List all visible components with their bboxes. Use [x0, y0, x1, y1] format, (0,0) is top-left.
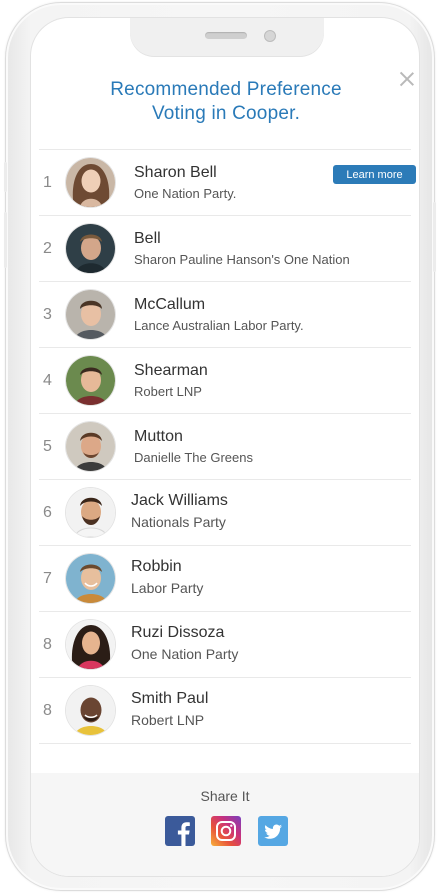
candidate-party: Lance Australian Labor Party.: [134, 318, 304, 333]
phone-notch: [130, 18, 324, 56]
candidate-avatar[interactable]: [66, 488, 115, 537]
candidate-party: Sharon Pauline Hanson's One Nation: [134, 252, 350, 267]
rank-number: 4: [43, 372, 52, 389]
candidate-row: 5 Mutton Danielle The Greens: [39, 413, 411, 479]
candidate-avatar[interactable]: [66, 224, 115, 273]
rank-number: 6: [43, 504, 52, 521]
rank-number: 1: [43, 174, 52, 191]
candidate-avatar[interactable]: [66, 554, 115, 603]
rank-number: 8: [43, 702, 52, 719]
candidate-name: Jack Williams: [131, 492, 228, 509]
front-camera: [264, 30, 276, 42]
candidate-name: Bell: [134, 230, 161, 247]
candidate-party: Robert LNP: [131, 712, 205, 728]
phone-frame: Recommended Preference Voting in Cooper.…: [4, 2, 436, 891]
candidate-name: Sharon Bell: [134, 164, 217, 181]
rank-number: 3: [43, 306, 52, 323]
candidate-avatar[interactable]: [66, 290, 115, 339]
modal-title-line-1: Recommended Preference: [110, 79, 342, 100]
candidate-name: Ruzi Dissoza: [131, 624, 225, 641]
candidate-party: Nationals Party: [131, 514, 226, 530]
candidate-party: Danielle The Greens: [134, 450, 253, 465]
candidate-row: 2 Bell Sharon Pauline Hanson's One Natio…: [39, 215, 411, 281]
speaker-grille: [205, 32, 247, 39]
candidate-row: 3 McCallum Lance Australian Labor Party.: [39, 281, 411, 347]
candidate-row: 8 Smith Paul Robert LNP: [39, 677, 411, 744]
candidate-row: 6 Jack Williams Nationals Party: [39, 479, 411, 545]
candidate-name: Shearman: [134, 362, 208, 379]
candidate-row: 7 Robbin Labor Party: [39, 545, 411, 611]
candidate-party: One Nation Party: [131, 646, 239, 662]
candidate-name: Smith Paul: [131, 690, 209, 707]
candidate-row: 4 Shearman Robert LNP: [39, 347, 411, 413]
phone-power-button: [433, 202, 436, 272]
candidate-avatar[interactable]: [66, 686, 115, 735]
candidate-name: McCallum: [134, 296, 206, 313]
modal-title-line-2: Voting in Cooper.: [151, 103, 301, 124]
candidate-name: Robbin: [131, 558, 182, 575]
rank-number: 5: [43, 438, 52, 455]
candidate-row: 8 Ruzi Dissoza One Nation Party: [39, 611, 411, 677]
phone-volume-button: [4, 212, 7, 268]
learn-more-button[interactable]: Learn more: [333, 165, 416, 184]
twitter-icon[interactable]: [258, 816, 288, 846]
candidate-list: 1 Sharon Bell One Nation Party. Learn mo…: [39, 149, 416, 744]
instagram-icon[interactable]: [211, 816, 241, 846]
candidate-party: Robert LNP: [134, 384, 202, 399]
rank-number: 2: [43, 240, 52, 257]
candidate-avatar[interactable]: [66, 422, 115, 471]
facebook-icon[interactable]: [165, 816, 195, 846]
modal-title: Recommended Preference Voting in Cooper.: [71, 78, 381, 126]
share-label: Share It: [200, 788, 250, 804]
phone-screen: Recommended Preference Voting in Cooper.…: [31, 18, 419, 876]
candidate-name: Mutton: [134, 428, 183, 445]
candidate-avatar[interactable]: [66, 620, 115, 669]
rank-number: 8: [43, 636, 52, 653]
candidate-avatar[interactable]: [66, 158, 115, 207]
close-icon[interactable]: [398, 70, 416, 88]
candidate-party: One Nation Party.: [134, 186, 237, 201]
share-section: Share It: [31, 773, 419, 876]
candidate-party: Labor Party: [131, 580, 204, 596]
rank-number: 7: [43, 570, 52, 587]
candidate-row: 1 Sharon Bell One Nation Party. Learn mo…: [39, 149, 416, 215]
phone-side-button: [4, 162, 7, 192]
candidate-avatar[interactable]: [66, 356, 115, 405]
